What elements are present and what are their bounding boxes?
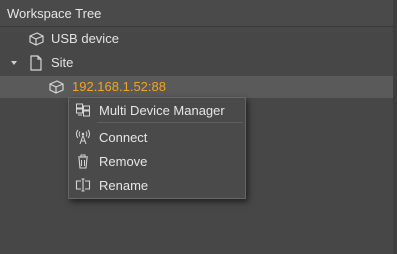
context-menu: Multi Device Manager Connect Remove Rena…: [68, 97, 246, 199]
tree-item-usb-device[interactable]: USB device: [0, 28, 393, 50]
tree-item-label: USB device: [51, 31, 119, 46]
device-box-icon: [49, 80, 64, 94]
menu-item-remove[interactable]: Remove: [69, 149, 245, 173]
multi-device-icon: [76, 103, 90, 117]
tree-item-ip-device[interactable]: 192.168.1.52:88: [0, 76, 393, 98]
page-icon: [30, 55, 42, 71]
menu-separator: [97, 122, 243, 123]
vertical-scrollbar[interactable]: [393, 0, 397, 254]
menu-item-label: Rename: [99, 178, 149, 193]
antenna-icon: [76, 129, 90, 145]
tree-item-label: 192.168.1.52:88: [72, 79, 166, 94]
panel-title: Workspace Tree: [7, 6, 102, 21]
tree-item-site[interactable]: Site: [0, 52, 393, 74]
menu-item-label: Connect: [99, 130, 148, 145]
tree-item-label: Site: [51, 55, 74, 70]
menu-item-rename[interactable]: Rename: [69, 173, 245, 197]
menu-item-label: Remove: [99, 154, 148, 169]
menu-item-multi-device-manager[interactable]: Multi Device Manager: [69, 98, 245, 122]
workspace-tree-panel: Workspace Tree USB device Site 192.168.1…: [0, 0, 397, 254]
rename-icon: [75, 178, 91, 192]
menu-item-label: Multi Device Manager: [99, 103, 225, 118]
device-box-icon: [29, 32, 44, 46]
panel-header: Workspace Tree: [0, 0, 393, 27]
trash-icon: [78, 154, 88, 169]
menu-item-connect[interactable]: Connect: [69, 125, 245, 149]
chevron-down-icon[interactable]: [11, 61, 17, 65]
